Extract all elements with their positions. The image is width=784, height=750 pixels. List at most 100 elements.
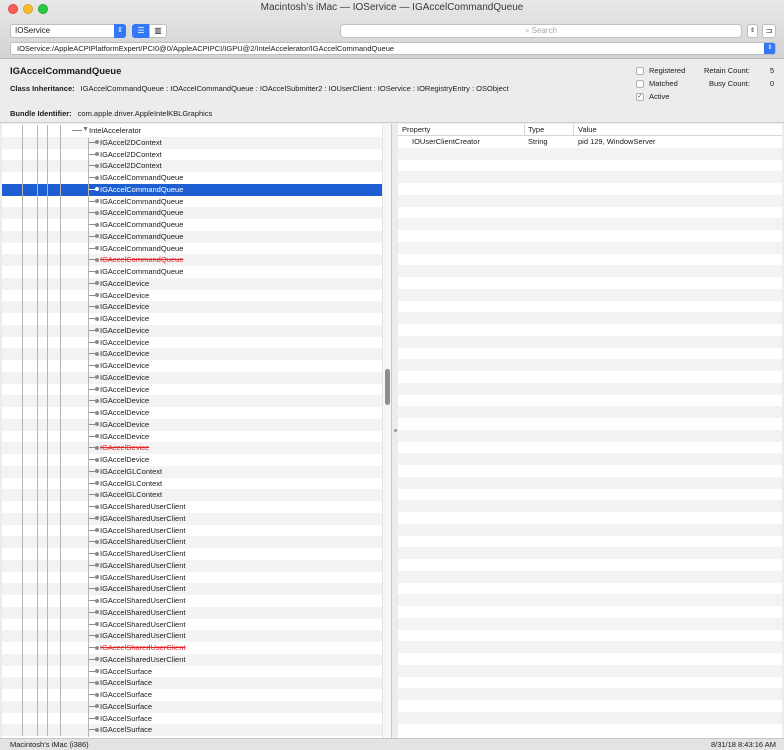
tree-row[interactable]: IGAccel2DContext xyxy=(2,148,382,161)
tree-guide-line xyxy=(37,254,38,266)
tree-row-root[interactable]: ▼ IntelAccelerator xyxy=(2,125,382,137)
tree-row[interactable]: IGAccelCommandQueue xyxy=(2,207,382,219)
path-field[interactable]: IOService:/AppleACPIPlatformExpert/PCI0@… xyxy=(10,42,776,55)
tree-row[interactable]: IGAccelDevice xyxy=(2,442,382,454)
tree-row[interactable]: IGAccelCommandQueue xyxy=(2,266,382,278)
column-header-type[interactable]: Type xyxy=(528,125,544,134)
disclosure-triangle-icon[interactable]: ▼ xyxy=(82,126,89,133)
registry-tree[interactable]: ▼ IntelAccelerator IGAccel2DContext IGAccel… xyxy=(2,124,392,738)
property-row[interactable]: IOUserClientCreator String pid 129, Window… xyxy=(398,136,782,148)
tree-row[interactable]: IGAccelSharedUserClient xyxy=(2,536,382,548)
column-view-button[interactable]: ▥ xyxy=(149,24,167,38)
tree-guide-line xyxy=(37,465,38,478)
node-dot-icon xyxy=(95,692,99,697)
tree-row[interactable]: IGAccelSharedUserClient xyxy=(2,571,382,584)
tree-row[interactable]: IGAccelSharedUserClient xyxy=(2,512,382,525)
node-dot-icon xyxy=(95,434,99,438)
tree-row[interactable]: IGAccelDevice xyxy=(2,313,382,325)
tree-guide-line xyxy=(60,383,61,396)
tree-row[interactable]: IGAccelGLContext xyxy=(2,465,382,478)
tree-guide-line xyxy=(60,160,61,172)
tree-row[interactable]: IGAccel2DContext xyxy=(2,160,382,172)
tree-row[interactable]: IGAccelSharedUserClient xyxy=(2,583,382,595)
tree-row[interactable]: IGAccelDevice xyxy=(2,348,382,360)
tree-row[interactable]: IGAccelSharedUserClient xyxy=(2,618,382,631)
tree-guide-line xyxy=(22,430,23,443)
tree-row[interactable]: IGAccelCommandQueue xyxy=(2,254,382,266)
tree-row[interactable]: IGAccelCommandQueue xyxy=(2,172,382,184)
tree-row[interactable]: IGAccelSharedUserClient xyxy=(2,595,382,607)
search-options-stepper[interactable]: ⇕ xyxy=(747,24,758,38)
column-separator[interactable] xyxy=(573,124,574,136)
tree-row[interactable]: IGAccelSharedUserClient xyxy=(2,501,382,513)
empty-row xyxy=(398,382,782,395)
empty-row xyxy=(398,324,782,336)
tree-guide-line xyxy=(22,418,23,431)
tree-row-label: IGAccelSurface xyxy=(100,701,153,711)
tree-row[interactable]: IGAccelDevice xyxy=(2,407,382,419)
tree-row[interactable]: IGAccelGLContext xyxy=(2,489,382,501)
tree-row[interactable]: IGAccelSharedUserClient xyxy=(2,548,382,560)
empty-row xyxy=(398,629,782,642)
chevron-updown-icon: ⇕ xyxy=(749,28,756,34)
tree-guide-line xyxy=(47,583,48,595)
tree-row[interactable]: IGAccelSharedUserClient xyxy=(2,653,382,666)
tree-guide-line xyxy=(60,548,61,560)
tree-row-label: IGAccelGLContext xyxy=(100,490,163,500)
tree-row[interactable]: IGAccelGLContext xyxy=(2,477,382,490)
inspector-button[interactable]: ⊐ xyxy=(762,24,776,38)
column-separator[interactable] xyxy=(524,124,525,136)
tree-row[interactable]: IGAccelDevice xyxy=(2,418,382,431)
tree-row[interactable]: IGAccelDevice xyxy=(2,430,382,443)
tree-row[interactable]: IGAccel2DContext xyxy=(2,136,382,149)
tree-guide-line xyxy=(47,724,48,736)
tree-row[interactable]: IGAccelDevice xyxy=(2,383,382,396)
tree-guide-line xyxy=(60,430,61,443)
column-header-value[interactable]: Value xyxy=(578,125,597,134)
tree-scroll-thumb[interactable] xyxy=(385,369,390,405)
tree-row[interactable]: IGAccelDevice xyxy=(2,289,382,302)
properties-table[interactable]: Property Type Value IOUserClientCreator S… xyxy=(398,124,782,738)
tree-row[interactable]: IGAccelDevice xyxy=(2,301,382,313)
empty-row xyxy=(398,594,782,606)
object-info: IGAccelCommandQueue Class Inheritance: IG… xyxy=(0,60,784,123)
tree-row[interactable]: IGAccelDevice xyxy=(2,360,382,372)
tree-row[interactable]: IGAccelSharedUserClient xyxy=(2,559,382,572)
tree-guide-line xyxy=(47,360,48,372)
tree-row[interactable]: IGAccelSurface xyxy=(2,724,382,736)
tree-row-selected[interactable]: IGAccelCommandQueue xyxy=(2,183,382,196)
tree-row[interactable]: IGAccelSurface xyxy=(2,712,382,725)
active-checkbox: ✓ Active xyxy=(636,92,669,103)
tree-row[interactable]: IGAccelDevice xyxy=(2,336,382,349)
tree-row[interactable]: IGAccelDevice xyxy=(2,454,382,466)
tree-row[interactable]: IGAccelCommandQueue xyxy=(2,195,382,208)
property-name: IOUserClientCreator xyxy=(412,137,480,146)
tree-row[interactable]: IGAccelSurface xyxy=(2,665,382,678)
tree-row[interactable]: IGAccelDevice xyxy=(2,277,382,290)
tree-scrollbar[interactable] xyxy=(382,124,391,738)
tree-row[interactable]: IGAccelSharedUserClient xyxy=(2,524,382,537)
tree-row[interactable]: IGAccelDevice xyxy=(2,371,382,384)
tree-guide-line xyxy=(47,148,48,161)
tree-row[interactable]: IGAccelSharedUserClient xyxy=(2,642,382,654)
tree-row[interactable]: IGAccelDevice xyxy=(2,395,382,407)
search-field[interactable]: ⌕ Search xyxy=(340,24,742,38)
tree-row[interactable]: IGAccelCommandQueue xyxy=(2,219,382,231)
list-view-button[interactable]: ☰ xyxy=(132,24,150,38)
tree-row-label: IGAccelDevice xyxy=(100,337,150,347)
tree-row[interactable]: IGAccelCommandQueue xyxy=(2,242,382,255)
tree-row[interactable]: IGAccelCommandQueue xyxy=(2,230,382,243)
tree-row[interactable]: IGAccelDevice xyxy=(2,324,382,337)
column-header-property[interactable]: Property xyxy=(402,125,430,134)
tree-guide-line xyxy=(22,383,23,396)
tree-row-label: IGAccelSurface xyxy=(100,725,153,735)
tree-row[interactable]: IGAccelSurface xyxy=(2,700,382,713)
tree-row[interactable]: IGAccelSharedUserClient xyxy=(2,606,382,619)
plane-select[interactable]: IOService ⇕ xyxy=(10,24,126,38)
tree-row[interactable]: IGAccelSurface xyxy=(2,689,382,701)
tree-row[interactable]: IGAccelSurface xyxy=(2,677,382,689)
tree-guide-line xyxy=(47,642,48,654)
empty-row xyxy=(398,288,782,301)
tree-guide-line xyxy=(37,371,38,384)
tree-row[interactable]: IGAccelSharedUserClient xyxy=(2,630,382,642)
